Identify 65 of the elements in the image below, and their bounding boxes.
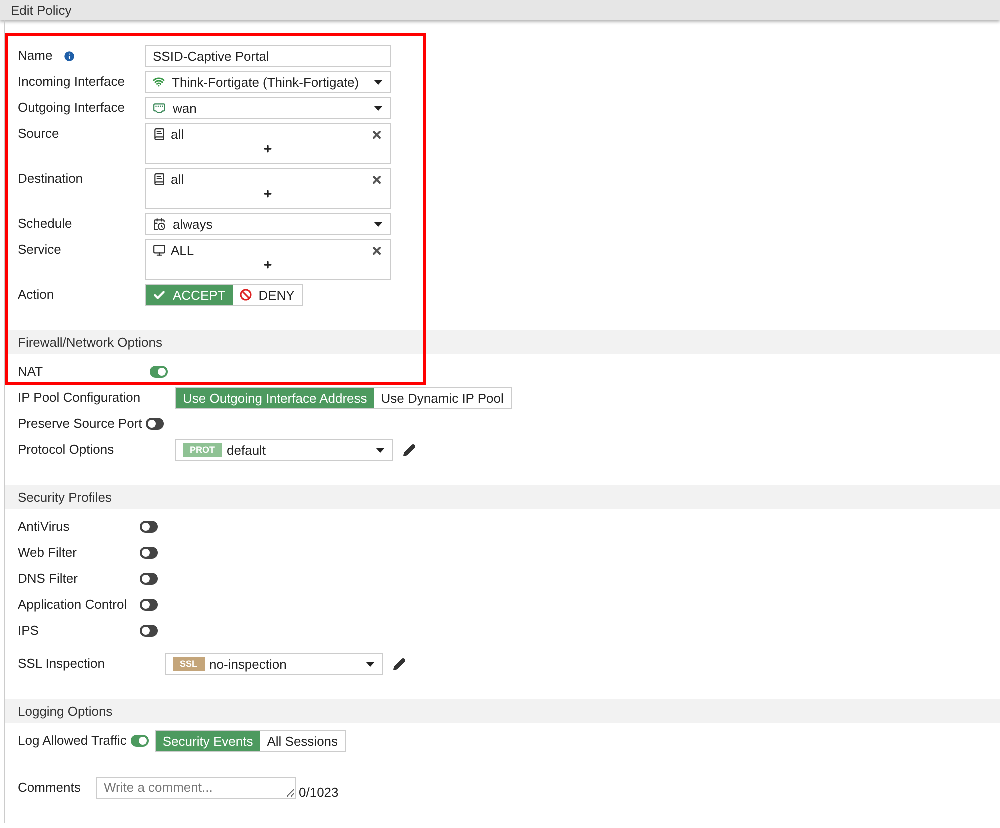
field-label: Schedule — [18, 215, 72, 233]
window-title: Edit Policy — [0, 0, 1000, 20]
monitor-icon — [153, 244, 166, 257]
select-field[interactable]: always — [145, 213, 391, 235]
field-label: AntiVirus — [18, 518, 70, 536]
check-icon — [153, 288, 166, 302]
field-label: Action — [18, 286, 54, 304]
field-label: Name — [18, 47, 53, 65]
wifi-icon — [153, 76, 165, 88]
caret-icon — [366, 662, 375, 666]
toggle-switch[interactable] — [140, 625, 158, 637]
profile-select[interactable]: PROT default — [175, 439, 393, 461]
section-header: Logging Options — [5, 699, 1000, 723]
field-label: NAT — [18, 363, 44, 381]
field-label: Web Filter — [18, 544, 77, 562]
section-header: Security Profiles — [5, 485, 1000, 509]
field-label: Service — [18, 241, 62, 259]
field-label: Destination — [18, 170, 84, 188]
address-book-icon — [153, 128, 166, 141]
ethernet-port-icon — [153, 102, 166, 114]
field-label: IP Pool Configuration — [18, 389, 141, 407]
field-label: Protocol Options — [18, 441, 114, 459]
multi-select-field[interactable]: all — [145, 168, 391, 209]
section-header: Firewall/Network Options — [5, 330, 1000, 354]
field-label: DNS Filter — [18, 570, 78, 588]
name-input[interactable]: SSID-Captive Portal — [145, 45, 391, 67]
multi-select-field[interactable]: ALL — [145, 239, 391, 280]
caret-icon — [376, 448, 385, 452]
select-field[interactable]: Think-Fortigate (Think-Fortigate) — [145, 71, 391, 93]
ban-icon — [240, 289, 252, 301]
info-icon — [62, 50, 76, 62]
field-label: SSL Inspection — [18, 655, 105, 673]
calendar-clock-icon — [153, 218, 166, 230]
plus-icon[interactable] — [263, 260, 273, 270]
address-book-icon — [153, 173, 166, 186]
profile-select[interactable]: SSL no-inspection — [165, 653, 383, 675]
toggle-switch[interactable] — [140, 547, 158, 559]
field-label: Source — [18, 125, 60, 143]
toggle-switch[interactable] — [140, 599, 158, 611]
field-label: Preserve Source Port — [18, 415, 142, 433]
profile-tag: PROT — [183, 443, 222, 457]
field-label: Outgoing Interface — [18, 99, 125, 117]
plus-icon[interactable] — [263, 189, 273, 199]
field-label: Log Allowed Traffic — [18, 732, 127, 750]
comment-field[interactable]: Write a comment... — [96, 777, 296, 799]
close-icon[interactable] — [371, 128, 383, 140]
field-label: Incoming Interface — [18, 73, 125, 91]
field-label: IPS — [18, 622, 39, 640]
field-label: Comments — [18, 779, 81, 797]
close-icon[interactable] — [371, 174, 383, 186]
toggle-switch[interactable] — [130, 735, 149, 747]
toggle-switch[interactable] — [150, 366, 168, 378]
toggle-switch[interactable] — [140, 521, 158, 533]
close-icon[interactable] — [371, 244, 383, 256]
toggle-switch[interactable] — [140, 573, 158, 585]
caret-icon — [374, 222, 383, 226]
multi-select-field[interactable]: all — [145, 123, 391, 164]
plus-icon[interactable] — [263, 144, 273, 154]
toggle-switch[interactable] — [146, 418, 164, 430]
profile-tag: SSL — [173, 657, 205, 671]
field-label: Application Control — [18, 596, 128, 614]
select-field[interactable]: wan — [145, 97, 391, 119]
caret-icon — [374, 106, 383, 110]
character-counter: 0/1023 — [299, 785, 339, 800]
caret-icon — [374, 80, 383, 84]
